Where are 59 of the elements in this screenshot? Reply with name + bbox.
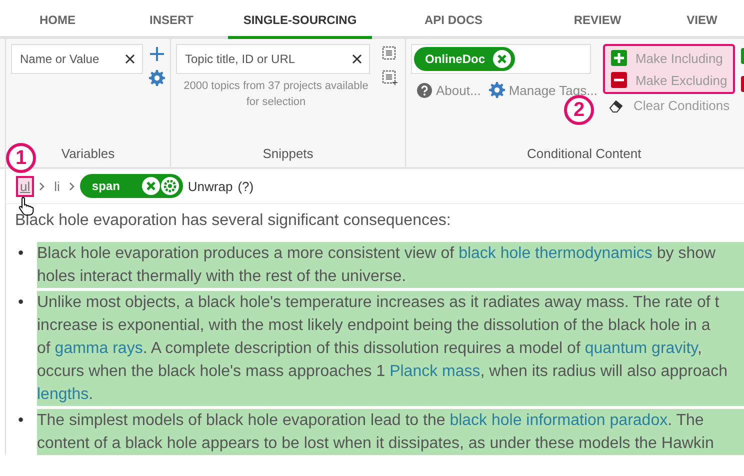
article-link[interactable]: quantum gravity bbox=[584, 340, 698, 357]
article-link[interactable]: black hole thermodynamics bbox=[458, 245, 652, 262]
make-including-button[interactable]: Make Including bbox=[611, 50, 728, 66]
chevron-icon bbox=[39, 182, 46, 190]
callout-marker: 2 bbox=[564, 95, 594, 125]
clear-conditions-button[interactable]: Clear Conditions bbox=[603, 98, 736, 113]
snippet-info-text: 2000 topics from 37 projects available for selection bbox=[182, 79, 370, 110]
bullet-text-line: The simplest models of black hole evaporation lead to the black hole information paradox. The bbox=[37, 411, 705, 431]
eraser-icon bbox=[609, 98, 626, 112]
group-label: Variables bbox=[61, 146, 115, 163]
ribbon-tab[interactable]: SINGLE-SOURCING bbox=[228, 0, 372, 39]
chevron-icon bbox=[68, 182, 75, 190]
article-link[interactable]: Planck mass bbox=[390, 363, 480, 380]
help-icon bbox=[417, 82, 432, 98]
element-tag[interactable]: span bbox=[80, 174, 183, 198]
breadcrumb-item[interactable]: li bbox=[50, 176, 64, 196]
minus-icon[interactable] bbox=[611, 72, 628, 88]
intro-paragraph: Black hole evaporation has several significant consequences: bbox=[15, 212, 452, 230]
bullet-text-line: lengths. bbox=[37, 385, 94, 405]
settings-icon[interactable] bbox=[149, 70, 165, 86]
plus-icon[interactable] bbox=[611, 50, 628, 66]
condition-tags-field[interactable]: OnlineDoc bbox=[411, 44, 591, 74]
ribbon-tab[interactable]: VIEW bbox=[660, 0, 744, 39]
group-label: Snippets bbox=[262, 146, 314, 163]
insert-list-icon[interactable] bbox=[382, 70, 398, 86]
bullet-text-line: occurs when the black hole's mass approaches 1 Planck mass, when its radius will also approach bbox=[37, 362, 729, 382]
clear-icon[interactable] bbox=[125, 54, 135, 64]
variable-search-field[interactable]: Name or Value bbox=[11, 44, 143, 74]
settings-icon[interactable] bbox=[160, 177, 179, 195]
bullet-text-line: Black hole evaporation produces a more consistent view of black hole thermodynamics by show bbox=[37, 244, 717, 264]
bullet-marker: • bbox=[17, 293, 25, 313]
gear-icon[interactable] bbox=[488, 82, 505, 98]
add-icon[interactable] bbox=[149, 46, 165, 62]
ribbon-tab[interactable]: HOME bbox=[0, 0, 115, 39]
unwrap-link[interactable]: Unwrap bbox=[188, 178, 233, 194]
bullet-marker: • bbox=[17, 244, 25, 264]
article-link[interactable]: black hole information paradox bbox=[450, 412, 668, 429]
bullet-text-line: increase is exponential, with the most likely endpoint being the dissolution of the black hole in a bbox=[37, 316, 712, 336]
bullet-text-line: holes interact thermally with the rest of the universe. bbox=[37, 267, 408, 287]
about-link[interactable]: About... bbox=[417, 82, 481, 98]
ribbon-tab[interactable]: INSERT bbox=[115, 0, 228, 39]
clear-icon[interactable] bbox=[352, 54, 362, 64]
article-link[interactable]: lengths bbox=[37, 386, 89, 403]
condition-tag[interactable]: OnlineDoc bbox=[414, 47, 516, 71]
ribbon-tab[interactable]: REVIEW bbox=[535, 0, 660, 39]
snippet-search-field[interactable]: Topic title, ID or URL bbox=[176, 44, 370, 74]
ribbon-tab[interactable]: API DOCS bbox=[372, 0, 535, 39]
make-excluding-button[interactable]: Make Excluding bbox=[611, 72, 728, 88]
bullet-marker: • bbox=[17, 411, 25, 431]
list-icon[interactable] bbox=[382, 46, 398, 62]
help-link[interactable]: (?) bbox=[238, 178, 254, 194]
remove-icon[interactable] bbox=[142, 177, 160, 195]
group-label: Conditional Content bbox=[527, 146, 642, 163]
bullet-text-line: of gamma rays. A complete description of this dissolution requires a model of quantum gravity, bbox=[37, 339, 703, 359]
bullet-text-line: Unlike most objects, a black hole's temperature increases as it radiates away mass. The rate of t bbox=[37, 293, 720, 313]
breadcrumb-item[interactable]: ul bbox=[16, 176, 34, 196]
bullet-text-line: content of a black hole appears to be lost when it dissipates, as under these models the Hawkin bbox=[37, 434, 715, 454]
remove-icon[interactable] bbox=[493, 50, 512, 68]
article-link[interactable]: gamma rays bbox=[54, 340, 143, 357]
